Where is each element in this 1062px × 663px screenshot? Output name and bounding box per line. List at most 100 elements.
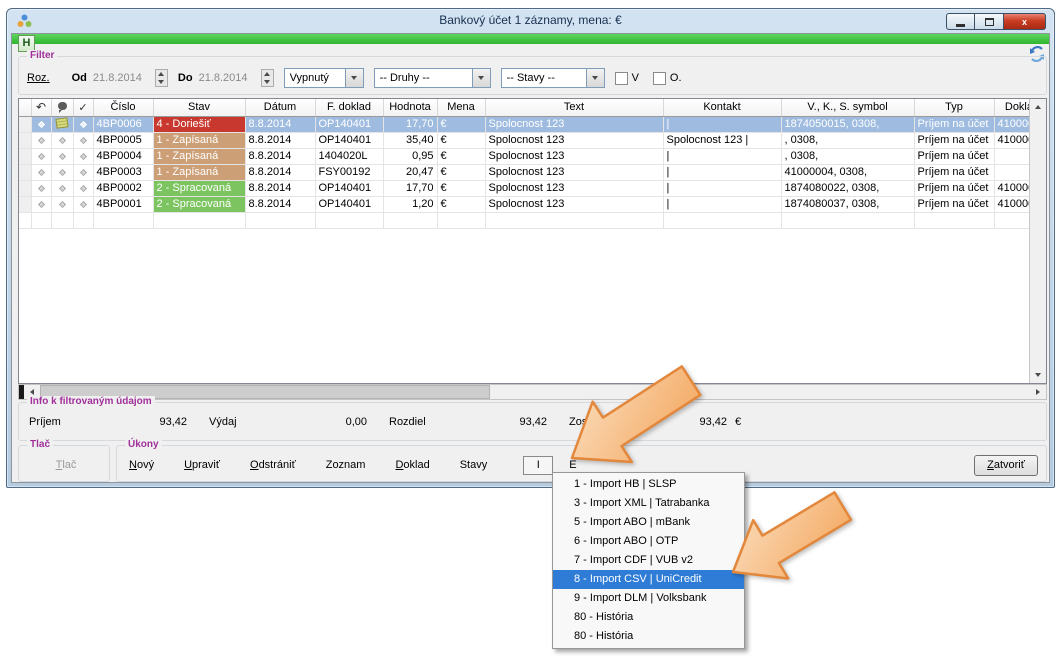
list-button[interactable]: Zoznam: [326, 459, 366, 471]
table-row[interactable]: 4BP0004 1 - Zapísaná 8.8.2014 1404020L 0…: [19, 148, 1047, 164]
druhy-select[interactable]: -- Druhy --: [374, 68, 491, 88]
row-selector[interactable]: [19, 148, 31, 164]
cell-symbol[interactable]: , 0308,: [781, 148, 914, 164]
cell-datum[interactable]: 8.8.2014: [245, 180, 315, 196]
cell-hodnota[interactable]: 0,95: [383, 148, 437, 164]
cell-fdoklad[interactable]: 1404020L: [315, 148, 383, 164]
table-row[interactable]: 4BP0002 2 - Spracovaná 8.8.2014 OP140401…: [19, 180, 1047, 196]
cell-text[interactable]: Spolocnost 123: [485, 164, 663, 180]
status-badge[interactable]: 1 - Zapísaná: [153, 132, 245, 148]
row-selector[interactable]: [19, 196, 31, 212]
date-from-field[interactable]: 21.8.2014: [93, 72, 155, 84]
cell-fdoklad[interactable]: FSY00192: [315, 164, 383, 180]
delete-button[interactable]: Odstrániť: [250, 459, 296, 471]
cell-cislo[interactable]: 4BP0004: [93, 148, 153, 164]
spinner-down-icon[interactable]: [156, 78, 167, 86]
states-button[interactable]: Stavy: [460, 459, 488, 471]
cell-kontakt[interactable]: |: [663, 196, 781, 212]
cell-hodnota[interactable]: 35,40: [383, 132, 437, 148]
column-header-fdoklad[interactable]: F. doklad: [315, 99, 383, 116]
cell-text[interactable]: Spolocnost 123: [485, 132, 663, 148]
cell-fdoklad[interactable]: OP140401: [315, 180, 383, 196]
o-checkbox[interactable]: [653, 72, 666, 85]
date-from-spinner[interactable]: [155, 69, 168, 87]
column-header-mena[interactable]: Mena: [437, 99, 485, 116]
cell-fdoklad[interactable]: OP140401: [315, 196, 383, 212]
cell-typ[interactable]: Príjem na účet: [914, 180, 994, 196]
menu-item-historia-2[interactable]: 80 - História: [553, 627, 744, 646]
stavy-select[interactable]: -- Stavy --: [501, 68, 605, 88]
cell-mena[interactable]: €: [437, 116, 485, 132]
cell-text[interactable]: Spolocnost 123: [485, 180, 663, 196]
menu-item-historia-1[interactable]: 80 - História: [553, 608, 744, 627]
roz-link[interactable]: Roz.: [27, 72, 50, 84]
status-badge[interactable]: 1 - Zapísaná: [153, 164, 245, 180]
edit-button[interactable]: Upraviť: [184, 459, 220, 471]
status-badge[interactable]: 2 - Spracovaná: [153, 180, 245, 196]
cell-kontakt[interactable]: |: [663, 164, 781, 180]
status-badge[interactable]: 2 - Spracovaná: [153, 196, 245, 212]
cell-datum[interactable]: 8.8.2014: [245, 196, 315, 212]
column-header-hodnota[interactable]: Hodnota: [383, 99, 437, 116]
chevron-down-icon[interactable]: [586, 68, 605, 88]
cell-mena[interactable]: €: [437, 132, 485, 148]
scroll-down-icon[interactable]: [1030, 367, 1046, 383]
row-selector[interactable]: [19, 164, 31, 180]
vertical-scrollbar[interactable]: [1029, 99, 1046, 383]
table-row[interactable]: 4BP0001 2 - Spracovaná 8.8.2014 OP140401…: [19, 196, 1047, 212]
cell-cislo[interactable]: 4BP0002: [93, 180, 153, 196]
cell-fdoklad[interactable]: OP140401: [315, 132, 383, 148]
cell-symbol[interactable]: 1874080022, 0308,: [781, 180, 914, 196]
print-button[interactable]: Tlač: [56, 459, 77, 471]
cell-symbol[interactable]: , 0308,: [781, 132, 914, 148]
spinner-up-icon[interactable]: [262, 70, 273, 78]
cell-text[interactable]: Spolocnost 123: [485, 196, 663, 212]
cell-typ[interactable]: Príjem na účet: [914, 148, 994, 164]
cell-cislo[interactable]: 4BP0003: [93, 164, 153, 180]
maximize-button[interactable]: [975, 13, 1004, 30]
column-header-datum[interactable]: Dátum: [245, 99, 315, 116]
table-row[interactable]: 4BP0005 1 - Zapísaná 8.8.2014 OP140401 3…: [19, 132, 1047, 148]
cell-symbol[interactable]: 1874080037, 0308,: [781, 196, 914, 212]
spinner-down-icon[interactable]: [262, 78, 273, 86]
cell-typ[interactable]: Príjem na účet: [914, 164, 994, 180]
cell-fdoklad[interactable]: OP140401: [315, 116, 383, 132]
horizontal-scrollbar[interactable]: [18, 384, 1047, 400]
row-selector[interactable]: [19, 132, 31, 148]
document-button[interactable]: Doklad: [395, 459, 429, 471]
cell-text[interactable]: Spolocnost 123: [485, 148, 663, 164]
cell-kontakt[interactable]: Spolocnost 123 |: [663, 132, 781, 148]
column-header-stav[interactable]: Stav: [153, 99, 245, 116]
cell-kontakt[interactable]: |: [663, 180, 781, 196]
minimize-button[interactable]: [946, 13, 975, 30]
cell-hodnota[interactable]: 17,70: [383, 116, 437, 132]
column-header-text[interactable]: Text: [485, 99, 663, 116]
cell-typ[interactable]: Príjem na účet: [914, 116, 994, 132]
date-to-field[interactable]: 21.8.2014: [199, 72, 261, 84]
scroll-up-icon[interactable]: [1030, 99, 1046, 115]
row-selector[interactable]: [19, 116, 31, 132]
cell-kontakt[interactable]: |: [663, 116, 781, 132]
cell-hodnota[interactable]: 1,20: [383, 196, 437, 212]
cell-mena[interactable]: €: [437, 180, 485, 196]
cell-hodnota[interactable]: 17,70: [383, 180, 437, 196]
date-to-spinner[interactable]: [261, 69, 274, 87]
table-row[interactable]: 4BP0006 4 - Doriešiť 8.8.2014 OP140401 1…: [19, 116, 1047, 132]
close-button[interactable]: x: [1004, 13, 1046, 30]
check-column-header[interactable]: ✓: [73, 99, 93, 116]
row-selector[interactable]: [19, 180, 31, 196]
status-badge[interactable]: 1 - Zapísaná: [153, 148, 245, 164]
titlebar[interactable]: Bankový účet 1 záznamy, mena: € x: [7, 9, 1054, 33]
column-header-cislo[interactable]: Číslo: [93, 99, 153, 116]
cell-cislo[interactable]: 4BP0006: [93, 116, 153, 132]
cell-hodnota[interactable]: 20,47: [383, 164, 437, 180]
table-row[interactable]: 4BP0003 1 - Zapísaná 8.8.2014 FSY00192 2…: [19, 164, 1047, 180]
scroll-right-icon[interactable]: [1030, 385, 1046, 399]
cell-datum[interactable]: 8.8.2014: [245, 132, 315, 148]
filter-state-select[interactable]: Vypnutý: [284, 68, 364, 88]
column-header-symbol[interactable]: V., K., S. symbol: [781, 99, 914, 116]
cell-mena[interactable]: €: [437, 164, 485, 180]
cell-symbol[interactable]: 41000004, 0308,: [781, 164, 914, 180]
cell-typ[interactable]: Príjem na účet: [914, 196, 994, 212]
cell-typ[interactable]: Príjem na účet: [914, 132, 994, 148]
